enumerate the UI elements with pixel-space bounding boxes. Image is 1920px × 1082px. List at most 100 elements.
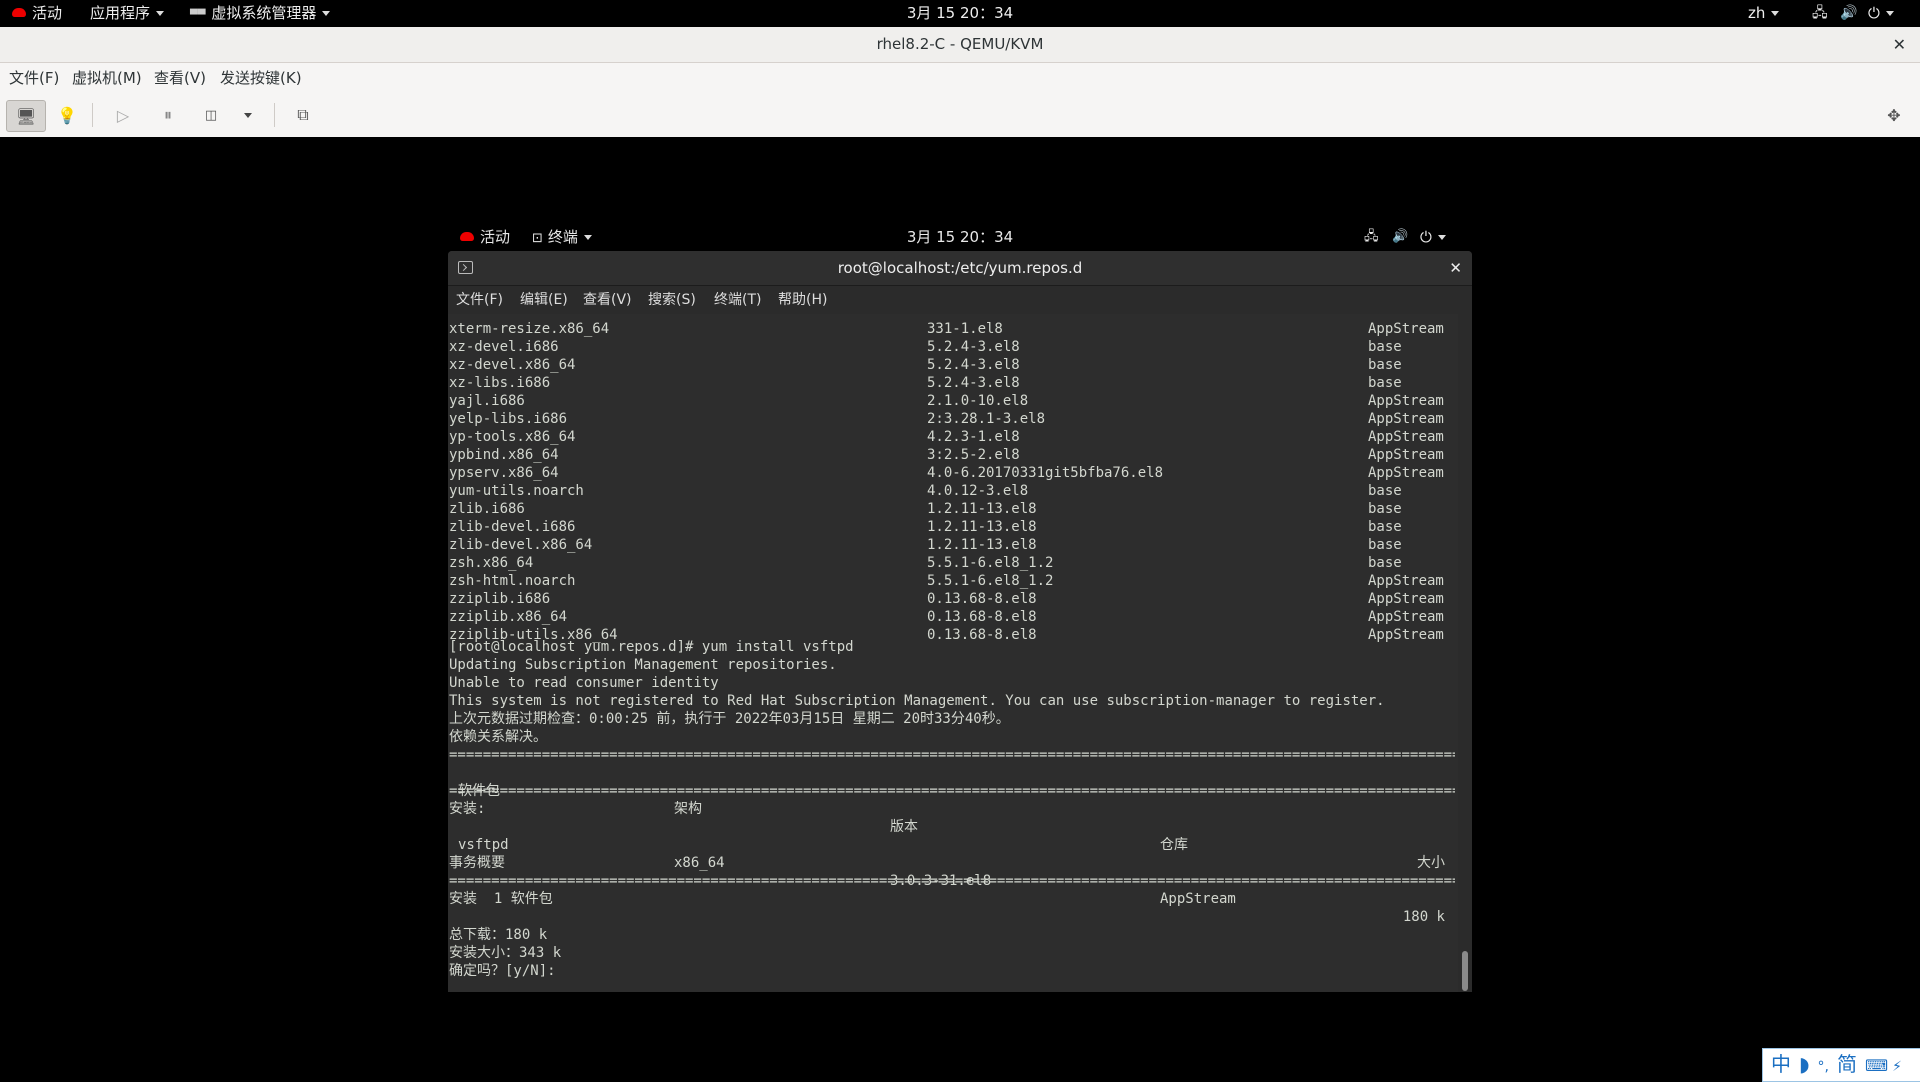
term-menu-terminal[interactable]: 终端(T) bbox=[714, 286, 761, 314]
menu-vm[interactable]: 虚拟机(M) bbox=[72, 63, 142, 93]
close-icon[interactable]: ✕ bbox=[1449, 251, 1462, 285]
fullscreen-icon: ✥ bbox=[1887, 105, 1901, 125]
punctuation-icon[interactable]: °, bbox=[1818, 1059, 1829, 1075]
install-pkg: vsftpd bbox=[458, 837, 509, 853]
term-menu-view[interactable]: 查看(V) bbox=[583, 286, 632, 314]
menu-send-key[interactable]: 发送按键(K) bbox=[220, 63, 302, 93]
scrollbar-thumb[interactable] bbox=[1462, 951, 1468, 991]
network-icon[interactable]: 🖧 bbox=[1364, 224, 1379, 250]
terminal-window: root@localhost:/etc/yum.repos.d ✕ 文件(F) … bbox=[448, 251, 1472, 992]
guest-power-menu[interactable]: ⏻ bbox=[1420, 224, 1446, 250]
term-menu-file[interactable]: 文件(F) bbox=[456, 286, 503, 314]
ime-mode-label[interactable]: 中 bbox=[1771, 1052, 1791, 1076]
package-repo: AppStream bbox=[1368, 393, 1444, 409]
bolt-icon[interactable]: ⚡ bbox=[1892, 1059, 1902, 1075]
chevron-down-icon bbox=[244, 112, 252, 118]
package-repo: base bbox=[1368, 537, 1402, 553]
output-line: 依赖关系解决。 bbox=[449, 729, 547, 745]
shutdown-button[interactable]: ◫ bbox=[196, 100, 226, 130]
separator-line bbox=[449, 746, 1455, 764]
package-name: zlib.i686 bbox=[449, 501, 525, 517]
package-version: 2:3.28.1-3.el8 bbox=[927, 411, 1046, 427]
guest-terminal-menu[interactable]: ⊡ 终端 bbox=[532, 224, 592, 250]
chevron-down-icon bbox=[156, 11, 165, 16]
package-name: zsh.x86_64 bbox=[449, 555, 534, 571]
language-indicator[interactable]: zh bbox=[1748, 0, 1780, 27]
package-repo: base bbox=[1368, 357, 1402, 373]
redhat-logo-icon bbox=[12, 8, 26, 17]
guest-activities-button[interactable]: 活动 bbox=[460, 224, 510, 250]
vm-manager-menu[interactable]: ▀▀ 虚拟系统管理器 bbox=[190, 0, 331, 27]
fullscreen-button[interactable]: ✥ bbox=[1878, 100, 1910, 130]
term-menu-edit[interactable]: 编辑(E) bbox=[520, 286, 568, 314]
details-view-button[interactable]: 💡 bbox=[52, 100, 82, 130]
package-row: xz-devel.i686 5.2.4-3.el8 base bbox=[449, 338, 1455, 356]
confirm-prompt[interactable]: 确定吗？[y/N]: bbox=[449, 962, 556, 980]
volume-icon[interactable]: 🔊 bbox=[1840, 0, 1857, 27]
package-repo: base bbox=[1368, 483, 1402, 499]
term-menu-help[interactable]: 帮助(H) bbox=[778, 286, 827, 314]
package-repo: base bbox=[1368, 375, 1402, 391]
package-version: 4.0.12-3.el8 bbox=[927, 483, 1029, 499]
install-arch: x86_64 bbox=[674, 855, 725, 871]
package-repo: AppStream bbox=[1368, 465, 1444, 481]
menu-view[interactable]: 查看(V) bbox=[154, 63, 206, 93]
output-line: Unable to read consumer identity bbox=[449, 675, 719, 691]
header-repo: 仓库 bbox=[1160, 837, 1188, 853]
moon-icon[interactable]: ◗ bbox=[1799, 1052, 1810, 1076]
package-repo: base bbox=[1368, 519, 1402, 535]
separator-line bbox=[449, 782, 1455, 800]
terminal-icon[interactable] bbox=[458, 261, 473, 274]
shutdown-menu-button[interactable] bbox=[234, 100, 262, 130]
terminal-title: root@localhost:/etc/yum.repos.d bbox=[837, 259, 1083, 277]
package-name: xz-devel.x86_64 bbox=[449, 357, 576, 373]
package-version: 5.2.4-3.el8 bbox=[927, 357, 1020, 373]
prompt-line: [root@localhost yum.repos.d]# yum instal… bbox=[449, 639, 854, 655]
summary-install: 安装 1 软件包 bbox=[449, 891, 553, 907]
snapshot-icon: ⧉ bbox=[297, 105, 309, 124]
toolbar-separator bbox=[92, 103, 93, 127]
package-repo: AppStream bbox=[1368, 411, 1444, 427]
package-row: zziplib.x86_64 0.13.68-8.el8 AppStream bbox=[449, 608, 1455, 626]
ime-script-label[interactable]: 简 bbox=[1837, 1052, 1857, 1076]
term-menu-search[interactable]: 搜索(S) bbox=[648, 286, 696, 314]
language-label: zh bbox=[1748, 4, 1766, 22]
ime-indicator[interactable]: 中 ◗ °, 简 ⌨ ⚡ bbox=[1762, 1048, 1920, 1082]
play-icon: ▷ bbox=[116, 105, 130, 125]
applications-menu[interactable]: 应用程序 bbox=[90, 0, 165, 27]
keyboard-icon[interactable]: ⌨ bbox=[1865, 1056, 1888, 1075]
total-download: 总下载：180 k bbox=[449, 927, 548, 943]
chevron-down-icon bbox=[1437, 235, 1446, 240]
package-version: 0.13.68-8.el8 bbox=[927, 591, 1037, 607]
console-view-button[interactable]: 🖥 bbox=[6, 100, 46, 132]
header-arch: 架构 bbox=[674, 801, 702, 817]
guest-clock[interactable]: 3月 15 20：34 bbox=[900, 224, 1020, 250]
chevron-down-icon bbox=[583, 235, 592, 240]
run-button[interactable]: ▷ bbox=[108, 100, 138, 130]
pause-button[interactable]: ⏸ bbox=[153, 100, 183, 130]
package-name: zziplib.x86_64 bbox=[449, 609, 568, 625]
package-row: zziplib.i686 0.13.68-8.el8 AppStream bbox=[449, 590, 1455, 608]
vm-manager-icon: ▀▀ bbox=[190, 10, 206, 21]
activities-button[interactable]: 活动 bbox=[12, 0, 62, 27]
snapshot-button[interactable]: ⧉ bbox=[288, 100, 318, 130]
close-icon[interactable]: ✕ bbox=[1893, 27, 1906, 62]
clock[interactable]: 3月 15 20：34 bbox=[900, 0, 1020, 27]
package-row: zlib-devel.i686 1.2.11-13.el8 base bbox=[449, 518, 1455, 536]
package-name: zziplib.i686 bbox=[449, 591, 551, 607]
package-version: 1.2.11-13.el8 bbox=[927, 519, 1037, 535]
package-name: xterm-resize.x86_64 bbox=[449, 321, 610, 337]
power-menu[interactable]: ⏻ bbox=[1868, 0, 1894, 27]
menu-file[interactable]: 文件(F) bbox=[9, 63, 59, 93]
network-icon[interactable]: 🖧 bbox=[1812, 0, 1828, 27]
chevron-down-icon bbox=[322, 11, 331, 16]
install-repo: AppStream bbox=[1160, 891, 1236, 907]
package-row: zsh.x86_64 5.5.1-6.el8_1.2 base bbox=[449, 554, 1455, 572]
guest-terminal-label: 终端 bbox=[547, 228, 578, 246]
vm-manager-label: 虚拟系统管理器 bbox=[211, 4, 317, 22]
terminal-output[interactable]: xterm-resize.x86_64 331-1.el8 AppStream xz-… bbox=[448, 314, 1458, 992]
package-version: 4.0-6.20170331git5bfba76.el8 bbox=[927, 465, 1164, 481]
volume-icon[interactable]: 🔊 bbox=[1392, 224, 1408, 250]
install-size: 180 k bbox=[1402, 909, 1445, 925]
package-version: 3:2.5-2.el8 bbox=[927, 447, 1020, 463]
